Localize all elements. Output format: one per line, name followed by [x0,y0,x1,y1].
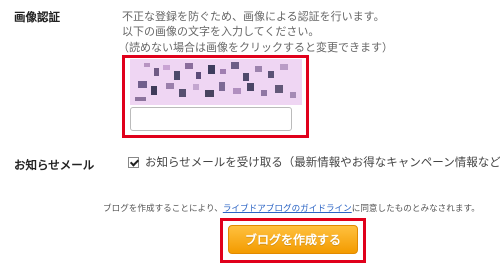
image-auth-description-1: 不正な登録を防ぐため、画像による認証を行います。 [122,10,385,23]
captcha-noise [233,88,241,94]
create-blog-button[interactable]: ブログを作成する [228,225,358,254]
captcha-noise [193,84,199,90]
newsletter-option[interactable]: お知らせメールを受け取る（最新情報やお得なキャンペーン情報など） [128,154,500,170]
captcha-noise [196,72,201,79]
captcha-noise [261,90,267,96]
newsletter-label: お知らせメール [14,158,95,172]
captcha-noise [174,71,180,80]
captcha-input[interactable] [130,107,292,131]
captcha-noise [247,83,254,91]
captcha-noise [290,92,296,98]
captcha-noise [255,66,262,72]
captcha-noise [185,63,193,69]
captcha-noise [205,90,214,97]
captcha-noise [280,64,288,70]
captcha-noise [151,86,157,95]
captcha-noise [144,63,150,67]
terms-notice: ブログを作成することにより、ライブドアブログのガイドラインに同意したものとみなさ… [103,202,480,214]
captcha-noise [219,82,225,91]
captcha-image[interactable] [130,59,302,105]
guideline-link[interactable]: ライブドアブログのガイドライン [223,204,352,214]
captcha-noise [163,65,170,70]
terms-text-after: に同意したものとみなされます。 [351,204,480,214]
image-auth-label: 画像認証 [14,10,60,24]
image-auth-description-2: 以下の画像の文字を入力してください。 [122,25,320,38]
captcha-noise [220,69,226,74]
terms-text-before: ブログを作成することにより、 [103,204,223,214]
image-auth-description-3: （読めない場合は画像をクリックすると変更できます） [118,41,393,54]
captcha-noise [166,83,174,89]
newsletter-checkbox-label[interactable]: お知らせメールを受け取る（最新情報やお得なキャンペーン情報など） [145,154,500,170]
captcha-noise [208,65,215,74]
captcha-noise [138,81,147,88]
newsletter-checkbox[interactable] [128,156,139,168]
captcha-noise [275,85,283,93]
captcha-noise [243,73,249,81]
captcha-noise [231,62,239,69]
captcha-noise [179,89,186,97]
captcha-noise [268,71,274,78]
captcha-noise [154,68,159,76]
captcha-noise [135,97,146,101]
